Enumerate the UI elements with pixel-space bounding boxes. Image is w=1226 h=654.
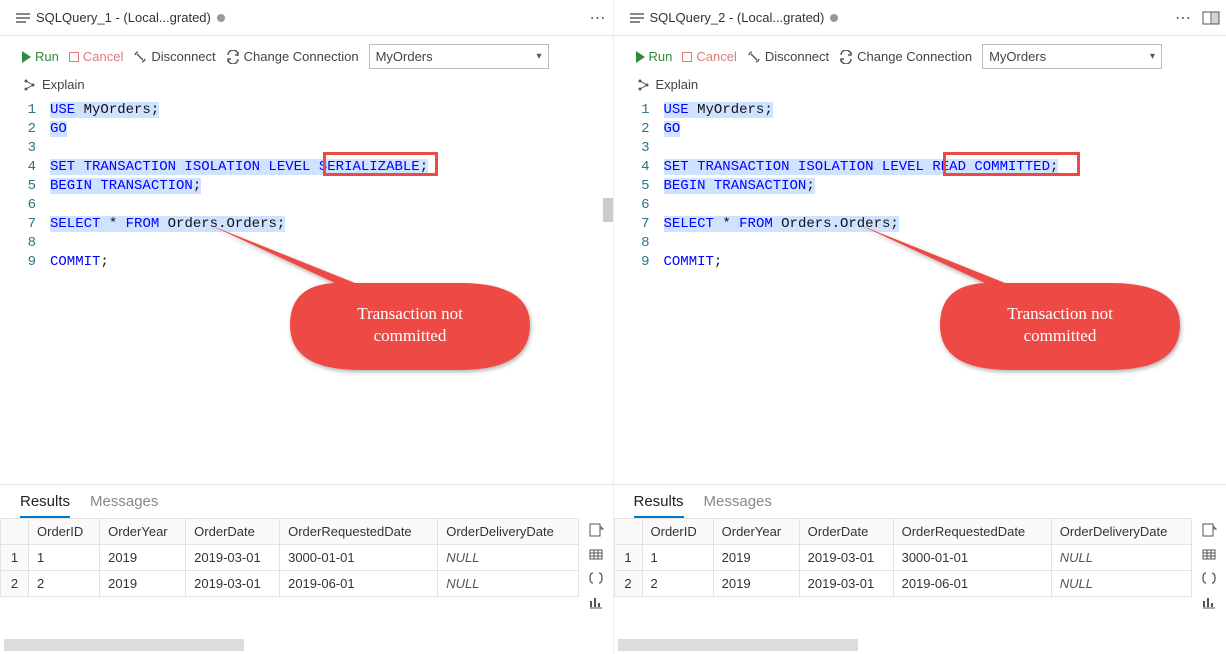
code-editor[interactable]: 123456789 USE MyOrders;GOSET TRANSACTION… bbox=[0, 98, 613, 484]
file-icon bbox=[16, 12, 30, 23]
run-button[interactable]: Run bbox=[636, 49, 673, 64]
line-gutter: 123456789 bbox=[614, 98, 664, 484]
file-tab-title: SQLQuery_1 - (Local...grated) bbox=[36, 10, 211, 25]
chevron-down-icon: ▾ bbox=[1150, 51, 1155, 62]
file-tab-title: SQLQuery_2 - (Local...grated) bbox=[650, 10, 825, 25]
column-header[interactable]: OrderRequestedDate bbox=[893, 519, 1051, 545]
more-actions-icon[interactable]: ⋯ bbox=[590, 8, 607, 28]
column-header[interactable]: OrderDate bbox=[799, 519, 893, 545]
database-select[interactable]: MyOrders ▾ bbox=[982, 44, 1162, 69]
tab-messages[interactable]: Messages bbox=[90, 493, 158, 518]
column-header[interactable]: OrderDeliveryDate bbox=[438, 519, 578, 545]
chart-icon[interactable] bbox=[588, 594, 604, 610]
save-excel-icon[interactable] bbox=[1201, 546, 1217, 562]
tab-results[interactable]: Results bbox=[20, 493, 70, 518]
explain-icon bbox=[22, 78, 36, 92]
tab-results[interactable]: Results bbox=[634, 493, 684, 518]
dirty-indicator-icon bbox=[830, 14, 838, 22]
stop-icon bbox=[69, 52, 79, 62]
chevron-down-icon: ▾ bbox=[537, 51, 542, 62]
table-row[interactable]: 1120192019-03-013000-01-01NULL bbox=[614, 545, 1192, 571]
tab-messages[interactable]: Messages bbox=[704, 493, 772, 518]
results-tab-bar: Results Messages bbox=[0, 485, 613, 518]
save-json-icon[interactable] bbox=[588, 570, 604, 586]
disconnect-icon bbox=[133, 50, 147, 64]
results-tab-bar: Results Messages bbox=[614, 485, 1226, 518]
column-header[interactable]: OrderYear bbox=[713, 519, 799, 545]
cancel-button[interactable]: Cancel bbox=[69, 49, 123, 64]
disconnect-button[interactable]: Disconnect bbox=[133, 49, 215, 64]
change-connection-icon bbox=[839, 50, 853, 64]
column-header[interactable]: OrderDate bbox=[186, 519, 280, 545]
database-select[interactable]: MyOrders ▾ bbox=[369, 44, 549, 69]
editor-toolbar: Run Cancel Disconnect Change Connection … bbox=[0, 36, 613, 73]
explain-button[interactable]: Explain bbox=[42, 77, 85, 92]
table-row[interactable]: 1120192019-03-013000-01-01NULL bbox=[1, 545, 579, 571]
change-connection-button[interactable]: Change Connection bbox=[226, 49, 359, 64]
run-button[interactable]: Run bbox=[22, 49, 59, 64]
column-header[interactable]: OrderDeliveryDate bbox=[1051, 519, 1191, 545]
results-grid[interactable]: OrderIDOrderYearOrderDateOrderRequestedD… bbox=[0, 518, 579, 636]
save-csv-icon[interactable] bbox=[1201, 522, 1217, 538]
explain-button[interactable]: Explain bbox=[656, 77, 699, 92]
line-gutter: 123456789 bbox=[0, 98, 50, 484]
table-row[interactable]: 2220192019-03-012019-06-01NULL bbox=[614, 571, 1192, 597]
editor-toolbar: Run Cancel Disconnect Change Connection … bbox=[614, 36, 1226, 73]
column-header[interactable]: OrderRequestedDate bbox=[280, 519, 438, 545]
minimap-scroll[interactable] bbox=[603, 198, 613, 222]
file-tab[interactable]: SQLQuery_1 - (Local...grated) bbox=[6, 4, 235, 31]
tab-bar: SQLQuery_1 - (Local...grated) ⋯ bbox=[0, 0, 613, 36]
dirty-indicator-icon bbox=[217, 14, 225, 22]
grid-action-bar bbox=[1192, 518, 1226, 636]
horizontal-scrollbar[interactable] bbox=[0, 636, 613, 654]
code-area[interactable]: USE MyOrders;GOSET TRANSACTION ISOLATION… bbox=[50, 98, 613, 484]
split-editor-icon[interactable] bbox=[1202, 11, 1220, 25]
tab-bar: SQLQuery_2 - (Local...grated) ⋯ bbox=[614, 0, 1226, 36]
play-icon bbox=[22, 51, 31, 63]
column-header[interactable]: OrderID bbox=[642, 519, 713, 545]
more-actions-icon[interactable]: ⋯ bbox=[1175, 8, 1192, 28]
column-header[interactable]: OrderID bbox=[29, 519, 100, 545]
save-csv-icon[interactable] bbox=[588, 522, 604, 538]
disconnect-button[interactable]: Disconnect bbox=[747, 49, 829, 64]
disconnect-icon bbox=[747, 50, 761, 64]
column-header[interactable]: OrderYear bbox=[100, 519, 186, 545]
horizontal-scrollbar[interactable] bbox=[614, 636, 1226, 654]
change-connection-icon bbox=[226, 50, 240, 64]
save-excel-icon[interactable] bbox=[588, 546, 604, 562]
table-row[interactable]: 2220192019-03-012019-06-01NULL bbox=[1, 571, 579, 597]
chart-icon[interactable] bbox=[1201, 594, 1217, 610]
file-tab[interactable]: SQLQuery_2 - (Local...grated) bbox=[620, 4, 849, 31]
explain-icon bbox=[636, 78, 650, 92]
grid-action-bar bbox=[579, 518, 613, 636]
stop-icon bbox=[682, 52, 692, 62]
save-json-icon[interactable] bbox=[1201, 570, 1217, 586]
play-icon bbox=[636, 51, 645, 63]
file-icon bbox=[630, 12, 644, 23]
code-editor[interactable]: 123456789 USE MyOrders;GOSET TRANSACTION… bbox=[614, 98, 1226, 484]
code-area[interactable]: USE MyOrders;GOSET TRANSACTION ISOLATION… bbox=[664, 98, 1226, 484]
change-connection-button[interactable]: Change Connection bbox=[839, 49, 972, 64]
results-grid[interactable]: OrderIDOrderYearOrderDateOrderRequestedD… bbox=[614, 518, 1193, 636]
cancel-button[interactable]: Cancel bbox=[682, 49, 736, 64]
